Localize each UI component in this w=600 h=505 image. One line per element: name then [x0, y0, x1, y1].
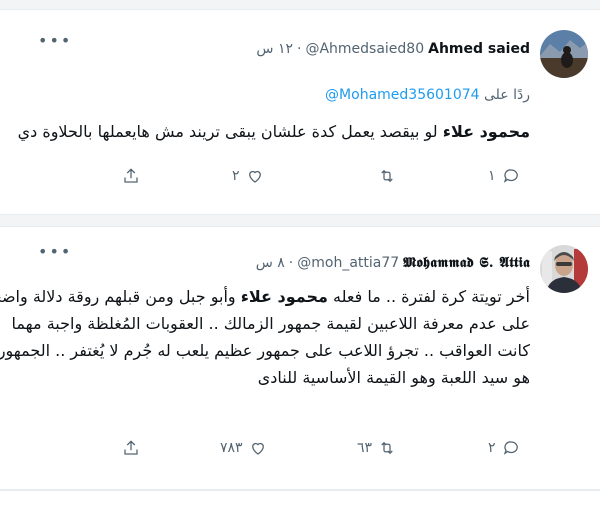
- tweet-mohammad-attia[interactable]: ٨ س · @moh_attia77 𝕸𝖔𝖍𝖆𝖒𝖒𝖆𝖉 𝕾. 𝕬𝖙𝖙𝖎𝖆 •••…: [0, 226, 600, 490]
- retweet-count: ٦٣: [357, 440, 373, 456]
- share-icon: [124, 168, 138, 183]
- share-button[interactable]: [122, 167, 146, 185]
- mention-bold: محمود علاء: [240, 287, 328, 306]
- tweet-actions: ٢ ١: [0, 167, 600, 191]
- like-count: ٧٨٣: [220, 440, 243, 456]
- retweet-icon: [381, 441, 393, 455]
- text-segment: أخر تويتة كرة لفترة .. ما فعله: [327, 287, 530, 306]
- tweet-separator-gap: [0, 215, 600, 226]
- tweet-header: ١٢ س · @Ahmedsaied80 Ahmed saied: [256, 39, 530, 59]
- header-separator: ·: [296, 41, 302, 57]
- author-handle[interactable]: @moh_attia77: [297, 253, 399, 273]
- more-icon[interactable]: •••: [38, 33, 72, 49]
- avatar[interactable]: [540, 245, 588, 293]
- retweet-icon: [381, 169, 393, 183]
- tweet-timestamp[interactable]: ١٢ س: [256, 39, 293, 59]
- heart-icon: [248, 170, 261, 183]
- tweet-header: ٨ س · @moh_attia77 𝕸𝖔𝖍𝖆𝖒𝖒𝖆𝖉 𝕾. 𝕬𝖙𝖙𝖎𝖆: [256, 253, 530, 273]
- author-name[interactable]: 𝕸𝖔𝖍𝖆𝖒𝖒𝖆𝖉 𝕾. 𝕬𝖙𝖙𝖎𝖆: [403, 253, 530, 273]
- like-button[interactable]: ٧٨٣: [220, 439, 267, 457]
- author-handle[interactable]: @Ahmedsaied80: [305, 39, 424, 59]
- reply-count: ١: [488, 168, 496, 184]
- heart-icon: [251, 442, 264, 455]
- timeline-top-divider: [0, 0, 600, 10]
- tweet-text-line-1: أخر تويتة كرة لفترة .. ما فعله محمود علا…: [0, 283, 530, 310]
- like-count: ٢: [232, 168, 240, 184]
- avatar-image: [540, 30, 588, 78]
- reply-button[interactable]: ١: [488, 167, 520, 185]
- share-button[interactable]: [122, 439, 146, 457]
- tweet-text-line-4: هو سيد اللعبة وهو القيمة الأساسية للنادى: [257, 368, 530, 387]
- author-name[interactable]: Ahmed saied: [428, 39, 530, 59]
- avatar[interactable]: [540, 30, 588, 78]
- tweet-text-line-3: كانت العواقب .. تجرؤ اللاعب على جمهور عظ…: [0, 341, 530, 360]
- reply-mention-link[interactable]: @Mohamed35601074: [325, 87, 480, 103]
- reply-button[interactable]: ٢: [488, 439, 520, 457]
- next-tweet-edge: [0, 490, 600, 505]
- reply-icon: [503, 441, 518, 455]
- tweet-timestamp[interactable]: ٨ س: [256, 253, 285, 273]
- more-icon[interactable]: •••: [38, 244, 72, 260]
- share-icon: [124, 440, 138, 455]
- mention-bold: محمود علاء: [442, 122, 530, 141]
- tweet-text: أخر تويتة كرة لفترة .. ما فعله محمود علا…: [0, 283, 530, 391]
- reply-context: ردًا على @Mohamed35601074: [325, 87, 530, 103]
- reply-prefix: ردًا على: [484, 87, 530, 103]
- tweet-ahmed-saied[interactable]: ١٢ س · @Ahmedsaied80 Ahmed saied ••• ردً…: [0, 10, 600, 215]
- reply-icon: [503, 169, 518, 183]
- tweet-text-body: لو بيقصد يعمل كدة علشان يبقى تريند مش ها…: [17, 122, 438, 141]
- tweet-text-line-2: على عدم معرفة اللاعبين لقيمة جمهور الزما…: [11, 314, 530, 333]
- reply-count: ٢: [488, 440, 496, 456]
- retweet-button[interactable]: [372, 167, 396, 185]
- like-button[interactable]: ٢: [232, 167, 264, 185]
- tweet-text: محمود علاء لو بيقصد يعمل كدة علشان يبقى …: [18, 118, 530, 145]
- tweet-actions: ٧٨٣ ٦٣ ٢: [0, 439, 600, 463]
- avatar-image: [540, 245, 588, 293]
- text-segment: وأبو جبل ومن قبلهم روقة دلالة واضحة: [0, 287, 241, 306]
- retweet-button[interactable]: ٦٣: [357, 439, 396, 457]
- header-separator: ·: [288, 255, 294, 271]
- timeline: ١٢ س · @Ahmedsaied80 Ahmed saied ••• ردً…: [0, 0, 600, 505]
